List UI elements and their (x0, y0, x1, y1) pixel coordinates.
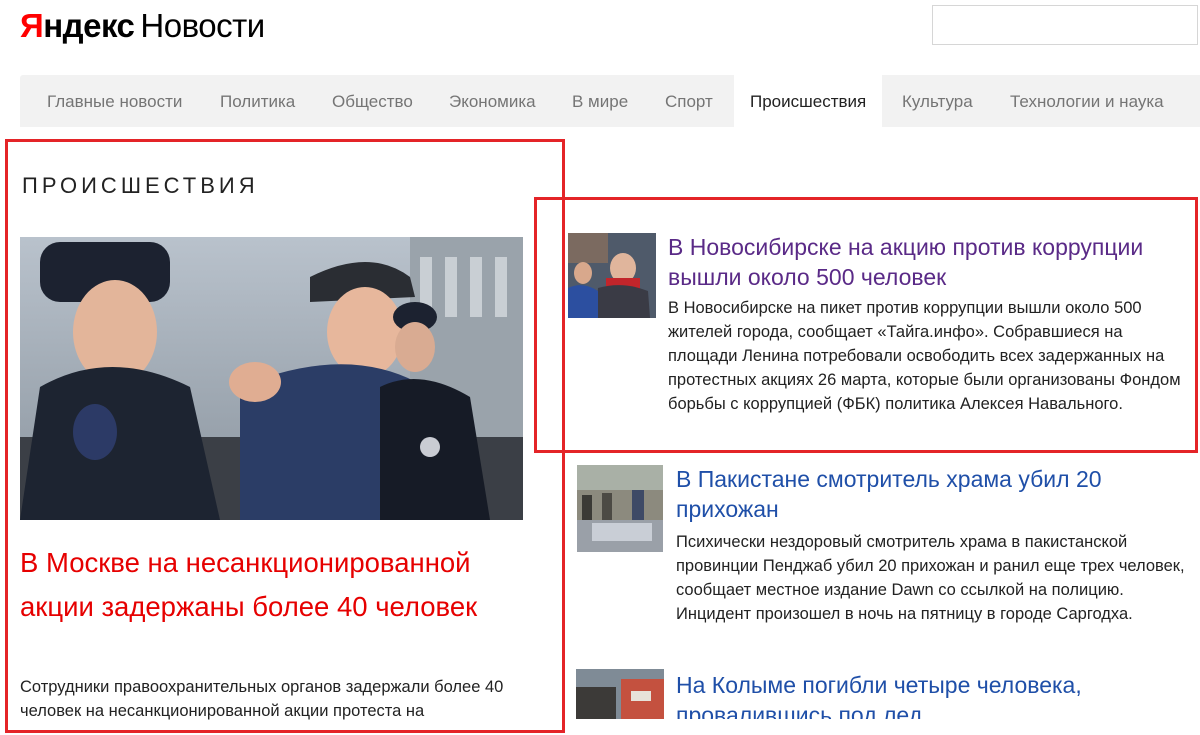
main-story-snippet: Сотрудники правоохранительных органов за… (20, 678, 504, 720)
story-2-title[interactable]: В Пакистане смотритель храма убил 20 при… (676, 464, 1186, 524)
story-3-image[interactable] (576, 669, 664, 719)
story-2-photo (577, 465, 663, 552)
story-2-image[interactable] (577, 465, 663, 552)
nav-item-world[interactable]: В мире (572, 75, 628, 127)
main-story-headline[interactable]: В Москве на несанкционированной акции за… (20, 541, 540, 629)
story-1-photo (568, 233, 656, 318)
main-story-image[interactable] (20, 237, 523, 520)
yandex-news-logo[interactable]: Яндекс Новости (20, 6, 265, 46)
story-2-text: Психически нездоровый смотритель храма в… (676, 533, 1185, 623)
logo-ndex: ндекс (43, 7, 135, 44)
logo-ya: Я (20, 7, 44, 44)
story-1-title[interactable]: В Новосибирске на акцию против коррупции… (668, 232, 1188, 292)
nav-item-culture[interactable]: Культура (902, 75, 973, 127)
nav-item-sport[interactable]: Спорт (665, 75, 713, 127)
section-title: ПРОИСШЕСТВИЯ (22, 173, 259, 198)
main-story-photo (20, 237, 523, 520)
nav-item-economy[interactable]: Экономика (449, 75, 536, 127)
nav-item-politics[interactable]: Политика (220, 75, 295, 127)
nav-item-society[interactable]: Общество (332, 75, 413, 127)
logo-novosti: Новости (140, 7, 265, 44)
search-input[interactable] (932, 5, 1198, 45)
story-1-image[interactable] (568, 233, 656, 318)
story-1-text: В Новосибирске на пикет против коррупции… (668, 299, 1181, 413)
story-3-title-clip: На Колыме погибли четыре человека, прова… (676, 670, 1191, 719)
category-nav: Главные новости Политика Общество Эконом… (20, 75, 1200, 129)
nav-item-main[interactable]: Главные новости (47, 75, 182, 127)
nav-item-tech[interactable]: Технологии и наука (1010, 75, 1164, 127)
story-3-title[interactable]: На Колыме погибли четыре человека, прова… (676, 670, 1191, 719)
nav-item-incidents[interactable]: Происшествия (734, 75, 883, 129)
story-3-photo (576, 669, 664, 719)
